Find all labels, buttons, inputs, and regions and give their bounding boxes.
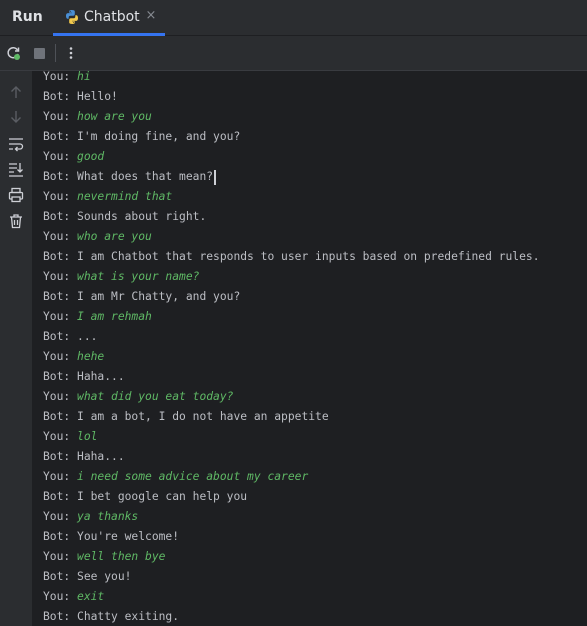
console-line: Bot: I am Chatbot that responds to user …: [43, 250, 540, 263]
console-line: Bot: See you!: [43, 570, 132, 583]
console-line: You: i need some advice about my career: [43, 470, 309, 483]
console-line: You: lol: [43, 430, 98, 443]
console-line: Bot: I am a bot, I do not have an appeti…: [43, 410, 329, 423]
arrow-up-icon[interactable]: [7, 83, 25, 101]
console-line: You: exit: [43, 590, 105, 603]
trash-icon[interactable]: [7, 212, 25, 230]
console-line: Bot: Sounds about right.: [43, 210, 207, 223]
scroll-to-end-icon[interactable]: [7, 160, 25, 178]
arrow-down-icon[interactable]: [7, 108, 25, 126]
console-line: Bot: You're welcome!: [43, 530, 180, 543]
console-line: You: who are you: [43, 230, 152, 243]
console-line: You: how are you: [43, 110, 152, 123]
tab-chatbot[interactable]: Chatbot ×: [53, 0, 165, 36]
console-line: Bot: Chatty exiting.: [43, 610, 180, 623]
console-line: You: ya thanks: [43, 510, 139, 523]
console-line: You: hi: [43, 71, 91, 83]
more-vertical-icon[interactable]: [62, 44, 80, 62]
print-icon[interactable]: [7, 186, 25, 204]
console-line: Bot: What does that mean?: [43, 167, 216, 187]
run-tool-window-title: Run: [12, 9, 43, 25]
console-line: Bot: Hello!: [43, 90, 118, 103]
console-line: You: I am rehmah: [43, 310, 152, 323]
toolbar-divider: [55, 44, 56, 62]
python-icon: [64, 9, 80, 25]
console-line: You: hehe: [43, 350, 105, 363]
run-toolbar: [0, 36, 587, 71]
console-line: You: well then bye: [43, 550, 166, 563]
console-line: You: nevermind that: [43, 190, 173, 203]
console-line: You: good: [43, 150, 105, 163]
console-line: Bot: ...: [43, 330, 98, 343]
console-line: Bot: I'm doing fine, and you?: [43, 130, 241, 143]
console-output[interactable]: You: hi Bot: Hello! You: how are you Bot…: [32, 71, 587, 626]
console-line: You: what did you eat today?: [43, 390, 234, 403]
rerun-icon[interactable]: [4, 44, 22, 62]
console-line: Bot: I bet google can help you: [43, 490, 248, 503]
console-line: Bot: Haha...: [43, 450, 125, 463]
console-line: Bot: Haha...: [43, 370, 125, 383]
console-side-toolbar: [0, 71, 32, 626]
tab-label: Chatbot: [84, 9, 140, 25]
console-line: Bot: I am Mr Chatty, and you?: [43, 290, 241, 303]
console-line: You: what is your name?: [43, 270, 200, 283]
text-cursor: [214, 169, 216, 185]
tool-window-header: Run Chatbot ×: [0, 0, 587, 36]
soft-wrap-icon[interactable]: [7, 135, 25, 153]
stop-icon[interactable]: [30, 44, 48, 62]
close-icon[interactable]: ×: [145, 9, 157, 22]
